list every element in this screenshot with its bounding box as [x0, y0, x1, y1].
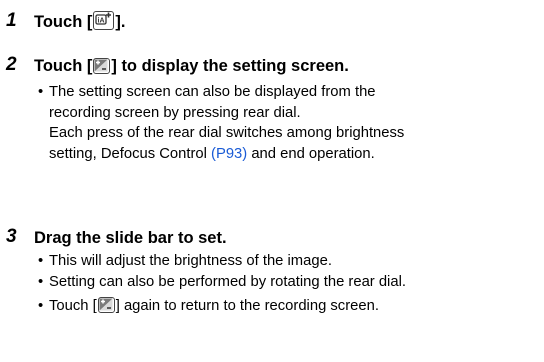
list-item: • Setting can also be performed by rotati…: [38, 273, 406, 290]
svg-text:iA: iA: [98, 18, 105, 25]
exposure-compensation-icon: [93, 57, 111, 74]
step-heading: Drag the slide bar to set.: [34, 229, 227, 247]
list-item-continued: Each press of the rear dial switches amo…: [49, 125, 405, 141]
step-number: 1: [6, 10, 17, 31]
list-item: • Touch [ ] again to return to the record…: [38, 297, 379, 314]
list-item: • The setting screen can also be displaye…: [38, 84, 376, 100]
step-number: 3: [6, 226, 17, 247]
list-item-continued: setting, Defocus Control (P93) and end o…: [49, 145, 375, 162]
list-item: • This will adjust the brightness of the …: [38, 253, 332, 269]
list-item-continued: recording screen by pressing rear dial.: [49, 104, 301, 121]
exposure-compensation-icon: [97, 297, 115, 314]
step-3-notes: • This will adjust the brightness of the …: [38, 251, 406, 317]
step-heading: Touch [ iA ].: [34, 11, 126, 31]
page-reference-link[interactable]: (P93): [211, 146, 247, 162]
step-2-notes: • The setting screen can also be displaye…: [38, 82, 404, 164]
step-heading: Touch [ ] to display the setting screen.: [34, 57, 349, 75]
step-number: 2: [6, 54, 17, 75]
intelligent-auto-plus-icon: iA: [93, 11, 115, 31]
